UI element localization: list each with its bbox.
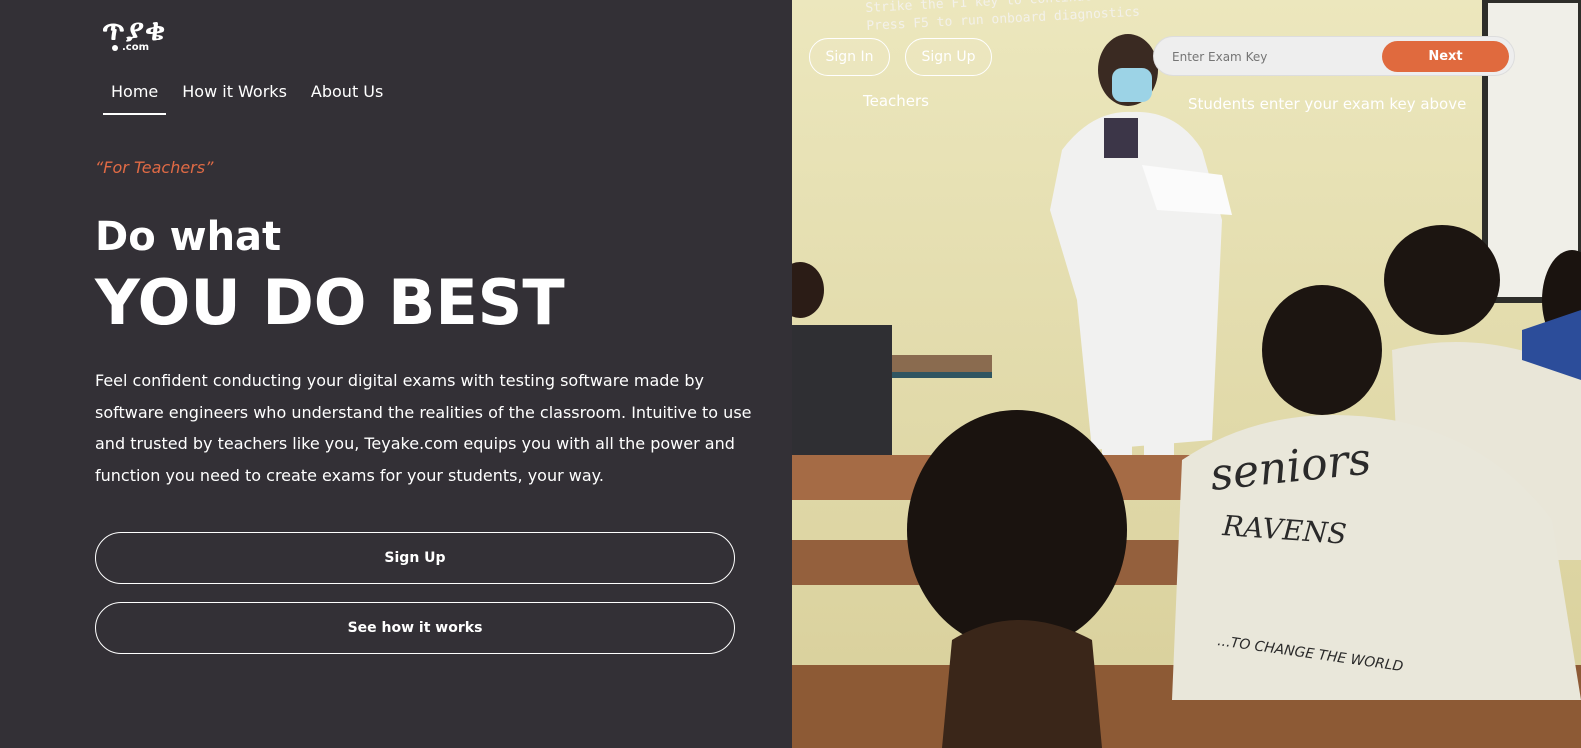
students-hint: Students enter your exam key above	[1188, 95, 1467, 113]
main-nav: Home How it Works About Us	[103, 80, 399, 115]
hero-signup-button[interactable]: Sign Up	[95, 532, 735, 584]
headline-large: YOU DO BEST	[95, 266, 565, 339]
logo-dot	[112, 45, 118, 51]
teachers-label: Teachers	[863, 92, 929, 110]
logo-suffix: .com	[122, 42, 150, 53]
header-sign-in-button[interactable]: Sign In	[809, 38, 890, 76]
nav-how-it-works[interactable]: How it Works	[174, 80, 295, 115]
hero-quote: “For Teachers”	[95, 158, 214, 177]
exam-key-input[interactable]	[1170, 45, 1384, 69]
left-panel: ጥያቄ .com Home How it Works About Us “For…	[0, 0, 792, 748]
see-how-it-works-button[interactable]: See how it works	[95, 602, 735, 654]
nav-about-us[interactable]: About Us	[303, 80, 391, 115]
nav-home[interactable]: Home	[103, 80, 167, 115]
next-button[interactable]: Next	[1382, 41, 1509, 72]
header-sign-up-button[interactable]: Sign Up	[905, 38, 992, 76]
headline-small: Do what	[95, 214, 282, 260]
hero-description: Feel confident conducting your digital e…	[95, 371, 752, 486]
